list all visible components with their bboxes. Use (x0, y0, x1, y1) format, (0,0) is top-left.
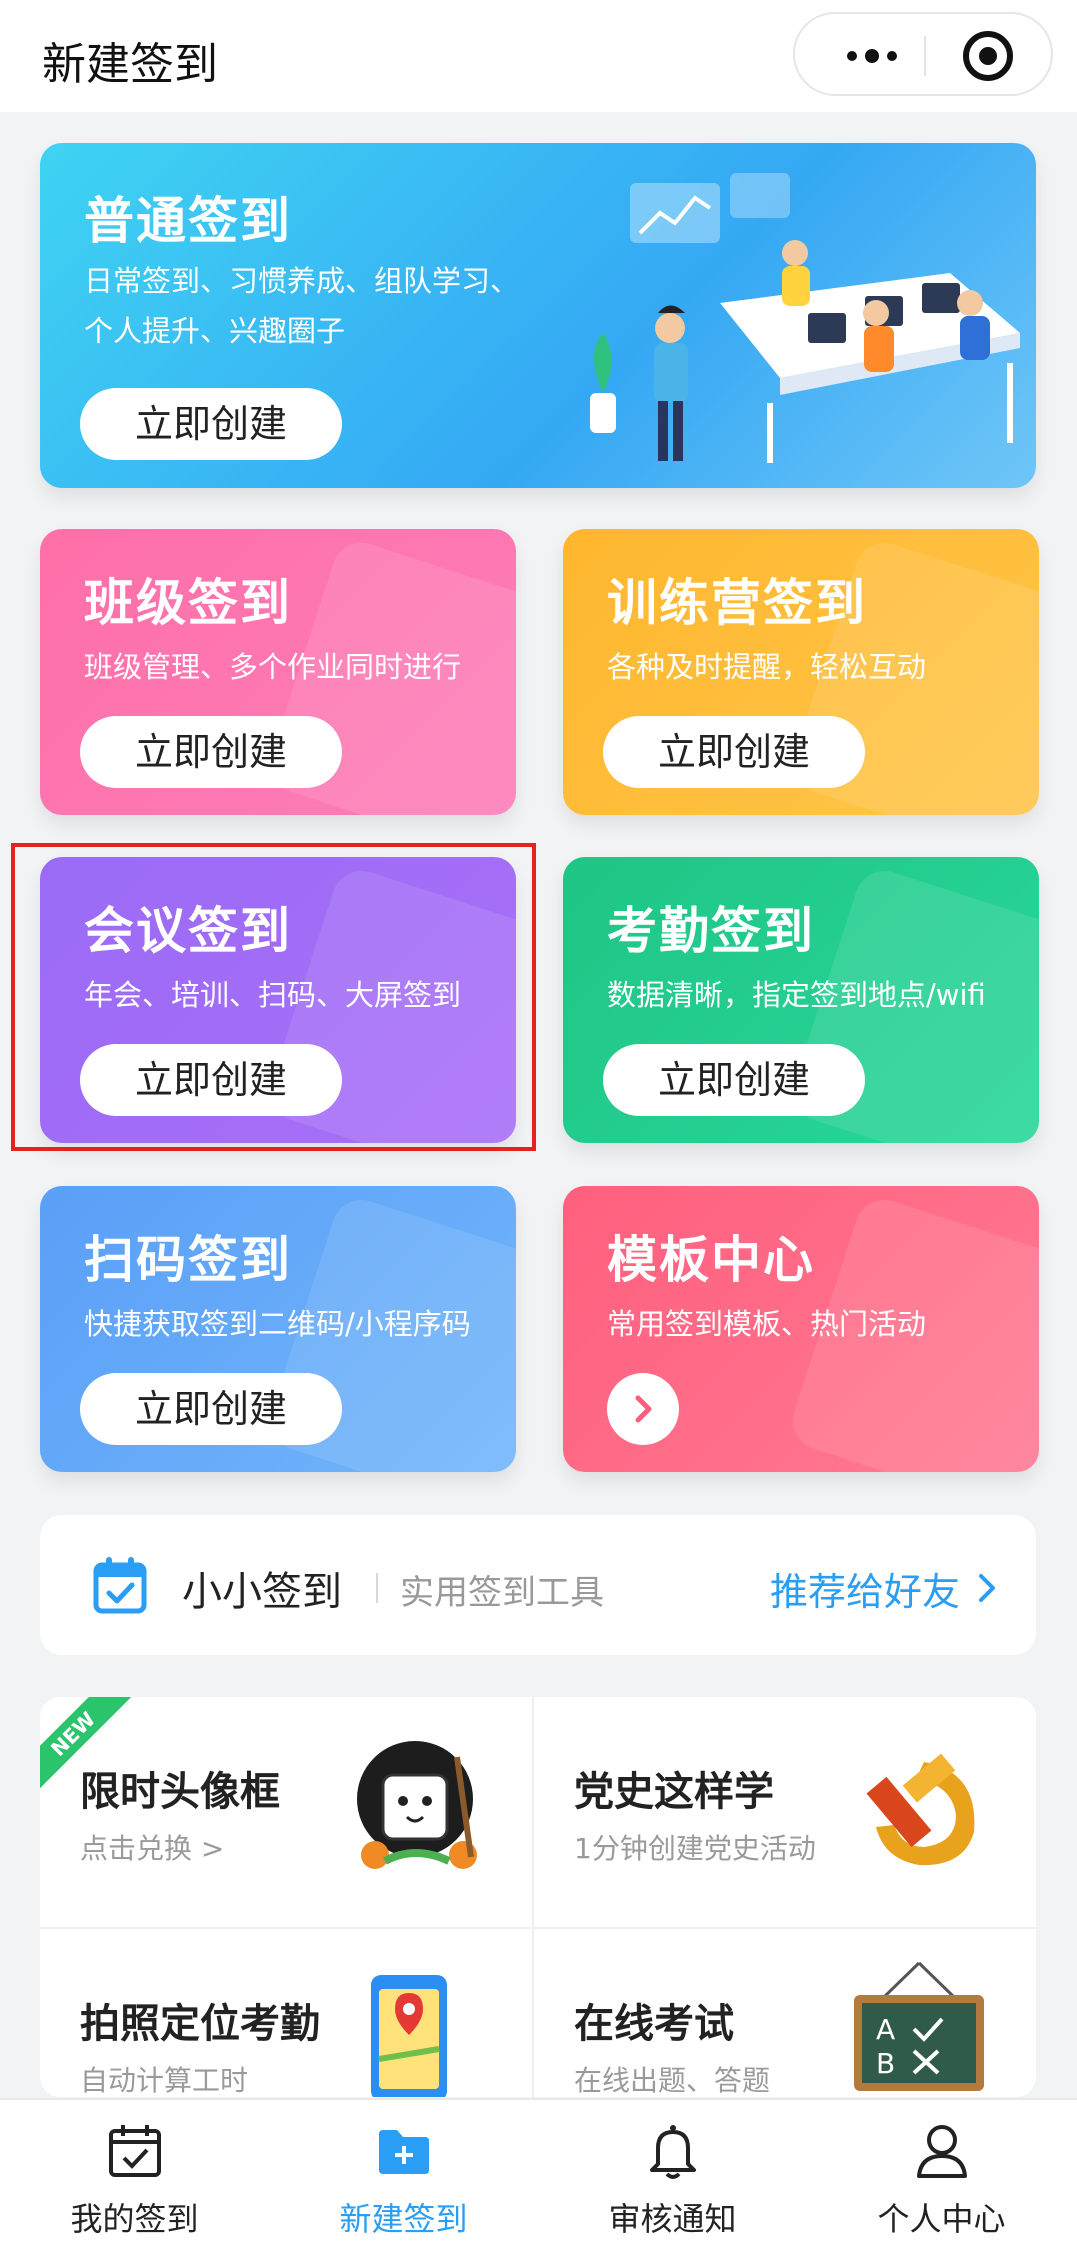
feature-sub: 点击兑换 > (80, 1832, 225, 1865)
card-template-center[interactable]: 模板中心 常用签到模板、热门活动 (563, 1186, 1039, 1472)
svg-text:B: B (876, 2047, 895, 2080)
create-camp-button[interactable]: 立即创建 (603, 716, 865, 788)
card-attendance-signin[interactable]: 考勤签到 数据清晰，指定签到地点/wifi 立即创建 (563, 857, 1039, 1143)
tab-label: 审核通知 (608, 2200, 737, 2238)
card-title: 考勤签到 (607, 902, 815, 960)
card-desc: 快捷获取签到二维码/小程序码 (84, 1307, 471, 1341)
tab-my-signin[interactable]: 我的签到 (0, 2100, 269, 2251)
tab-label: 新建签到 (339, 2200, 468, 2238)
bell-icon (650, 2125, 696, 2179)
calendar-check-icon (109, 2125, 161, 2177)
feature-grid: NEW 限时头像框 点击兑换 > 党史这样学 1分钟创建党史活动 拍照定位考勤 … (40, 1697, 1036, 2097)
card-title: 会议签到 (84, 902, 292, 960)
card-title: 模板中心 (607, 1231, 815, 1289)
map-pin-icon (371, 1975, 447, 2097)
mini-program-capsule (793, 12, 1053, 96)
create-scan-button[interactable]: 立即创建 (80, 1373, 342, 1445)
card-desc: 各种及时提醒，轻松互动 (607, 650, 927, 684)
card-desc: 年会、培训、扫码、大屏签到 (84, 978, 462, 1012)
brand-name: 小小签到 (182, 1569, 342, 1615)
create-meeting-button[interactable]: 立即创建 (80, 1044, 342, 1116)
create-class-button[interactable]: 立即创建 (80, 716, 342, 788)
folder-plus-icon (379, 2130, 429, 2174)
calendar-check-icon (93, 1557, 147, 1614)
feature-title: 在线考试 (574, 2001, 734, 2047)
tab-profile[interactable]: 个人中心 (807, 2100, 1076, 2251)
tab-review-notice[interactable]: 审核通知 (538, 2100, 807, 2251)
avatar-frame-icon (357, 1741, 477, 1869)
card-class-signin[interactable]: 班级签到 班级管理、多个作业同时进行 立即创建 (40, 529, 516, 815)
card-scan-signin[interactable]: 扫码签到 快捷获取签到二维码/小程序码 立即创建 (40, 1186, 516, 1472)
chevron-right-icon[interactable] (607, 1373, 679, 1445)
card-title: 扫码签到 (84, 1231, 292, 1289)
blackboard-icon: A B (854, 1961, 984, 2091)
card-desc-line1: 日常签到、习惯养成、组队学习、 (84, 264, 520, 298)
card-camp-signin[interactable]: 训练营签到 各种及时提醒，轻松互动 立即创建 (563, 529, 1039, 815)
person-icon (917, 2125, 967, 2178)
share-link[interactable]: 推荐给好友 (770, 1561, 960, 1616)
page-title: 新建签到 (42, 39, 218, 90)
brand-bar: 小小签到 实用签到工具 推荐给好友 (40, 1515, 1036, 1655)
feature-sub: 在线出题、答题 (574, 2064, 771, 2097)
card-title: 普通签到 (84, 192, 292, 250)
feature-sub: 1分钟创建党史活动 (574, 1832, 816, 1865)
tab-new-signin[interactable]: 新建签到 (269, 2100, 538, 2251)
chevron-right-icon[interactable] (975, 1571, 999, 1605)
more-menu-icon[interactable] (827, 36, 917, 76)
hammer-sickle-icon (866, 1753, 975, 1866)
card-desc-line2: 个人提升、兴趣圈子 (84, 314, 346, 348)
card-title: 班级签到 (84, 574, 292, 632)
capsule-divider (924, 36, 926, 76)
feature-title: 党史这样学 (574, 1769, 774, 1815)
tab-bar: 我的签到 新建签到 审核通知 个人中心 (0, 2098, 1077, 2251)
brand-separator (376, 1573, 378, 1603)
svg-text:A: A (876, 2013, 895, 2046)
card-title: 训练营签到 (607, 574, 867, 632)
card-desc: 班级管理、多个作业同时进行 (84, 650, 462, 684)
feature-party-history[interactable]: 党史这样学 1分钟创建党史活动 (534, 1697, 1022, 1927)
create-normal-button[interactable]: 立即创建 (80, 388, 342, 460)
brand-slogan: 实用签到工具 (400, 1573, 604, 1613)
feature-title: 拍照定位考勤 (80, 2001, 320, 2047)
card-normal-signin[interactable]: 普通签到 日常签到、习惯养成、组队学习、 个人提升、兴趣圈子 立即创建 (40, 143, 1036, 488)
close-target-icon[interactable] (963, 31, 1013, 81)
tab-label: 我的签到 (70, 2200, 199, 2238)
card-desc: 数据清晰，指定签到地点/wifi (607, 978, 986, 1012)
nav-bar: 新建签到 (0, 0, 1077, 112)
feature-title: 限时头像框 (80, 1769, 280, 1815)
create-attendance-button[interactable]: 立即创建 (603, 1044, 865, 1116)
feature-online-exam[interactable]: 在线考试 在线出题、答题 A B (534, 1929, 1022, 2097)
tab-label: 个人中心 (877, 2200, 1006, 2238)
feature-sub: 自动计算工时 (80, 2064, 249, 2097)
feature-avatar-frame[interactable]: NEW 限时头像框 点击兑换 > (40, 1697, 528, 1927)
office-illustration (590, 173, 1020, 463)
card-meeting-signin[interactable]: 会议签到 年会、培训、扫码、大屏签到 立即创建 (40, 857, 516, 1143)
feature-photo-location[interactable]: 拍照定位考勤 自动计算工时 (40, 1929, 528, 2097)
card-desc: 常用签到模板、热门活动 (607, 1307, 927, 1341)
